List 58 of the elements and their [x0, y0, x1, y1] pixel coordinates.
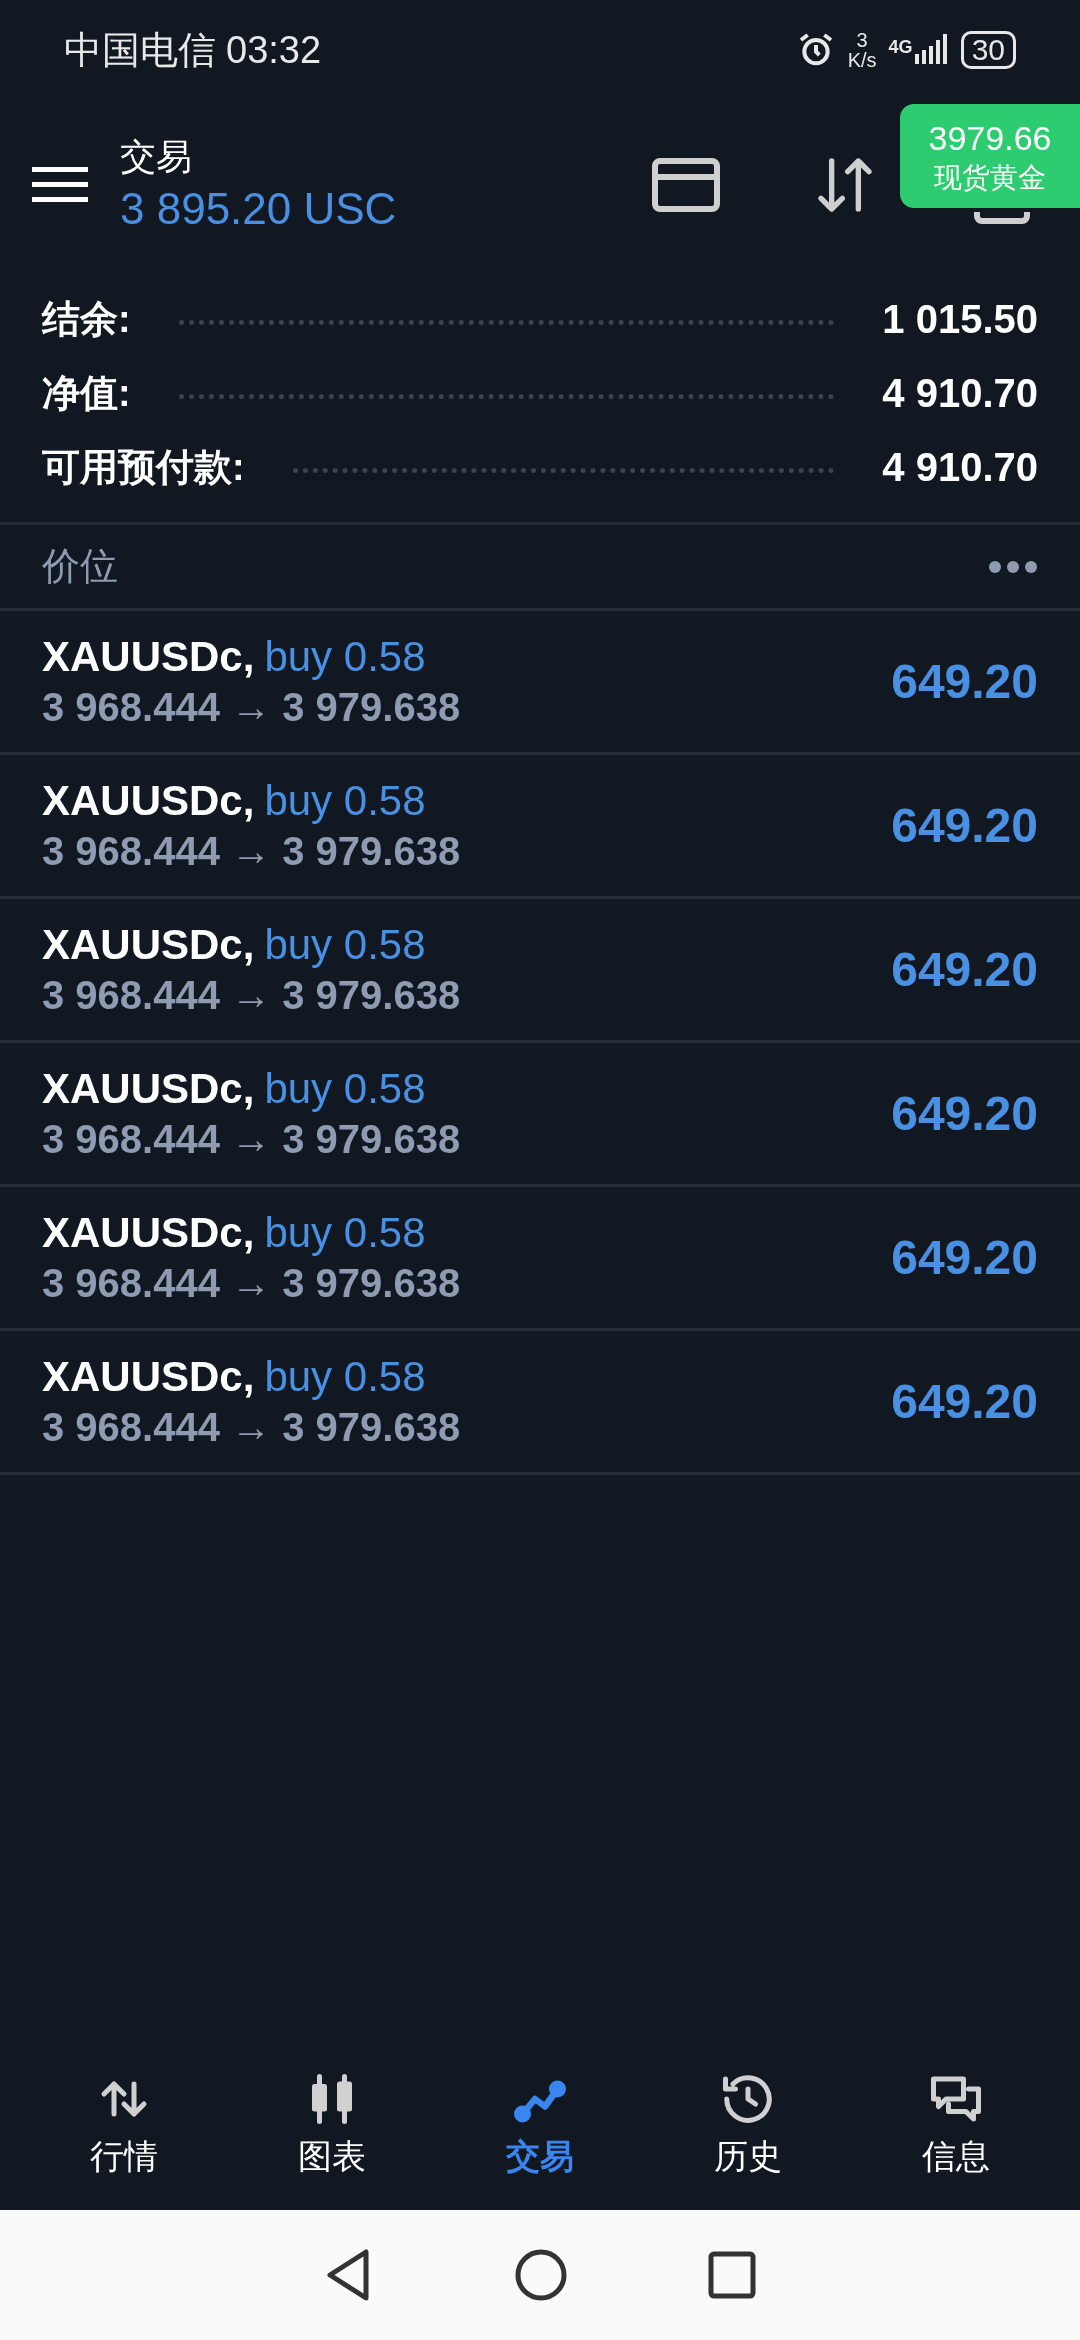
open-to-current-price: 3 968.444 → 3 979.638	[42, 1259, 461, 1307]
summary-label: 可用预付款:	[42, 444, 245, 490]
open-to-current-price: 3 968.444 → 3 979.638	[42, 971, 461, 1019]
summary-value: 4 910.70	[882, 370, 1038, 417]
position-row[interactable]: XAUUSDc, buy 0.58 3 968.444 → 3 979.638 649.20	[0, 611, 1080, 755]
open-to-current-price: 3 968.444 → 3 979.638	[42, 1115, 461, 1163]
speed-unit: K/s	[847, 50, 877, 70]
open-to-current-price: 3 968.444 → 3 979.638	[42, 1403, 461, 1451]
summary-value: 1 015.50	[882, 296, 1038, 343]
card-icon[interactable]	[651, 157, 721, 213]
order-type-volume: buy 0.58	[264, 1351, 426, 1402]
position-profit: 649.20	[891, 653, 1038, 710]
position-profit: 649.20	[891, 941, 1038, 998]
position-symbol: XAUUSDc,	[42, 775, 255, 826]
position-row[interactable]: XAUUSDc, buy 0.58 3 968.444 → 3 979.638 649.20	[0, 1331, 1080, 1475]
position-row[interactable]: XAUUSDc, buy 0.58 3 968.444 → 3 979.638 649.20	[0, 1187, 1080, 1331]
nav-tab[interactable]: 行情	[20, 2068, 228, 2182]
position-row[interactable]: XAUUSDc, buy 0.58 3 968.444 → 3 979.638 649.20	[0, 755, 1080, 899]
carrier-name: 中国电信	[64, 27, 216, 73]
menu-icon[interactable]	[32, 165, 88, 205]
position-profit: 649.20	[891, 1373, 1038, 1430]
position-symbol: XAUUSDc,	[42, 1207, 255, 1258]
order-type-volume: buy 0.58	[264, 775, 426, 826]
order-type-volume: buy 0.58	[264, 919, 426, 970]
position-symbol: XAUUSDc,	[42, 1351, 255, 1402]
position-row[interactable]: XAUUSDc, buy 0.58 3 968.444 → 3 979.638 649.20	[0, 899, 1080, 1043]
position-profit: 649.20	[891, 1229, 1038, 1286]
more-icon[interactable]	[988, 559, 1038, 574]
nav-tab[interactable]: 交易	[436, 2068, 644, 2182]
order-type-volume: buy 0.58	[264, 631, 426, 682]
speed-value: 3	[856, 30, 868, 50]
ticker-label: 现货黄金	[934, 160, 1046, 195]
summary-label: 净值:	[42, 370, 131, 416]
account-balance: 3 895.20 USC	[120, 183, 397, 235]
position-profit: 649.20	[891, 1085, 1038, 1142]
open-to-current-price: 3 968.444 → 3 979.638	[42, 683, 461, 731]
position-profit: 649.20	[891, 797, 1038, 854]
open-to-current-price: 3 968.444 → 3 979.638	[42, 827, 461, 875]
order-type-volume: buy 0.58	[264, 1207, 426, 1258]
home-icon[interactable]	[514, 2248, 568, 2302]
position-symbol: XAUUSDc,	[42, 631, 255, 682]
screen-title: 交易	[120, 135, 193, 179]
summary-label: 结余:	[42, 296, 131, 342]
ticker-price: 3979.66	[928, 118, 1052, 160]
summary-value: 4 910.70	[882, 444, 1038, 491]
order-type-volume: buy 0.58	[264, 1063, 426, 1114]
nav-tab[interactable]: 信息	[852, 2068, 1060, 2182]
clock-time: 03:32	[226, 27, 322, 73]
position-row[interactable]: XAUUSDc, buy 0.58 3 968.444 → 3 979.638 649.20	[0, 1043, 1080, 1187]
recents-icon[interactable]	[708, 2251, 756, 2299]
network-type: 4G	[888, 36, 913, 59]
section-title: 价位	[42, 544, 118, 589]
nav-tab[interactable]: 历史	[644, 2068, 852, 2182]
position-symbol: XAUUSDc,	[42, 1063, 255, 1114]
signal-icon	[914, 34, 947, 66]
position-symbol: XAUUSDc,	[42, 919, 255, 970]
battery-level: 30	[960, 31, 1016, 69]
nav-tab[interactable]: 图表	[228, 2068, 436, 2182]
